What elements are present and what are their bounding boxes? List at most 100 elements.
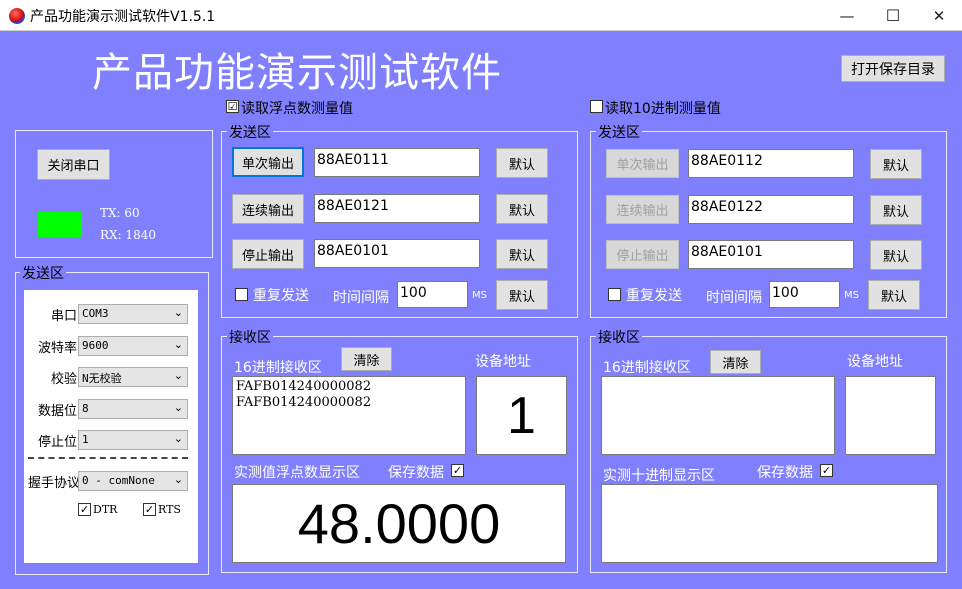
interval-default-button[interactable]: 默认 <box>496 280 548 310</box>
dtr-label: DTR <box>93 503 118 516</box>
dec-mode-checkbox[interactable] <box>590 100 603 113</box>
app-icon <box>9 8 25 24</box>
handshake-label: 握手协议 <box>28 476 81 491</box>
tx-count: TX: 60 <box>100 206 140 220</box>
parity-label: 校验 <box>51 372 78 387</box>
save-data-checkbox-right[interactable]: ✓ <box>820 464 833 477</box>
hex-line: FAFB014240000082 <box>236 395 372 410</box>
ms-unit-label: MS <box>472 290 487 301</box>
close-port-button[interactable]: 关闭串口 <box>37 149 110 180</box>
single-output-field-right[interactable]: 88AE0112 <box>688 149 854 178</box>
window-title: 产品功能演示测试软件V1.5.1 <box>30 9 216 25</box>
device-addr-display: 1 <box>476 376 567 455</box>
rx-count: RX: 1840 <box>100 228 156 242</box>
interval-label: 时间间隔 <box>333 290 389 306</box>
device-addr-display-right <box>845 376 936 455</box>
chevron-down-icon: ⌄ <box>173 369 183 382</box>
hex-recv-label: 16进制接收区 <box>234 360 322 376</box>
stopbits-label: 停止位 <box>38 435 78 450</box>
baud-label: 波特率 <box>38 341 78 356</box>
stopbits-select[interactable]: 1 ⌄ <box>78 430 188 450</box>
databits-label: 数据位 <box>38 404 78 419</box>
continuous-output-field-right[interactable]: 88AE0122 <box>688 195 854 224</box>
clear-button-right[interactable]: 清除 <box>710 350 761 374</box>
dec-value-display <box>601 484 938 563</box>
continuous-default-button-right[interactable]: 默认 <box>870 195 922 225</box>
hex-line: FAFB014240000082 <box>236 379 372 394</box>
databits-value: 8 <box>82 402 89 415</box>
dec-display-label: 实测十进制显示区 <box>603 468 715 484</box>
minimize-button[interactable]: — <box>824 0 870 31</box>
single-output-button-right[interactable]: 单次输出 <box>606 149 679 178</box>
chevron-down-icon: ⌄ <box>173 401 183 414</box>
float-display-label: 实测值浮点数显示区 <box>234 465 360 481</box>
right-recv-group-label: 接收区 <box>596 327 642 347</box>
stopbits-value: 1 <box>82 433 89 446</box>
chevron-down-icon: ⌄ <box>173 338 183 351</box>
dtr-checkbox[interactable]: ✓ <box>78 503 91 516</box>
float-value-display: 48.0000 <box>232 484 566 563</box>
device-addr-label: 设备地址 <box>475 354 531 370</box>
continuous-output-field[interactable]: 88AE0121 <box>314 194 480 223</box>
chevron-down-icon: ⌄ <box>173 473 183 486</box>
float-mode-label: 读取浮点数测量值 <box>241 101 353 117</box>
stop-default-button-right[interactable]: 默认 <box>870 240 922 270</box>
port-select[interactable]: COM3 ⌄ <box>78 304 188 324</box>
single-default-button-right[interactable]: 默认 <box>870 149 922 179</box>
open-save-dir-button[interactable]: 打开保存目录 <box>841 55 945 82</box>
repeat-send-label-right: 重复发送 <box>626 288 682 304</box>
baud-value: 9600 <box>82 339 109 352</box>
close-window-button[interactable]: ✕ <box>916 0 962 31</box>
save-data-label-right: 保存数据 <box>757 465 813 481</box>
hex-recv-area[interactable]: FAFB014240000082 FAFB014240000082 <box>232 376 466 455</box>
port-status-indicator <box>38 212 82 237</box>
divider <box>28 457 188 459</box>
single-output-field[interactable]: 88AE0111 <box>314 148 480 177</box>
stop-output-field[interactable]: 88AE0101 <box>314 239 480 268</box>
single-default-button[interactable]: 默认 <box>496 148 548 178</box>
chevron-down-icon: ⌄ <box>173 306 183 319</box>
parity-value: N无校验 <box>82 372 122 385</box>
repeat-send-checkbox-right[interactable] <box>608 288 621 301</box>
interval-field[interactable]: 100 <box>397 281 468 308</box>
float-mode-checkbox[interactable]: ☑ <box>226 100 239 113</box>
serial-settings-group-label: 发送区 <box>20 263 66 283</box>
chevron-down-icon: ⌄ <box>173 432 183 445</box>
left-send-group-label: 发送区 <box>227 122 273 142</box>
port-value: COM3 <box>82 307 109 320</box>
rts-checkbox[interactable]: ✓ <box>143 503 156 516</box>
clear-button[interactable]: 清除 <box>341 347 392 371</box>
serial-settings-panel <box>24 290 198 563</box>
repeat-send-checkbox[interactable] <box>235 288 248 301</box>
interval-default-button-right[interactable]: 默认 <box>868 280 920 310</box>
continuous-output-button-right[interactable]: 连续输出 <box>606 195 679 224</box>
handshake-value: 0 - comNone <box>82 474 155 487</box>
save-data-label: 保存数据 <box>388 465 444 481</box>
dec-mode-label: 读取10进制测量值 <box>605 101 721 117</box>
save-data-checkbox[interactable]: ✓ <box>451 464 464 477</box>
right-send-group-label: 发送区 <box>596 122 642 142</box>
device-addr-label-right: 设备地址 <box>847 354 903 370</box>
stop-output-button[interactable]: 停止输出 <box>232 239 304 269</box>
stop-default-button[interactable]: 默认 <box>496 239 548 269</box>
ms-unit-label-right: MS <box>844 290 859 301</box>
parity-select[interactable]: N无校验 ⌄ <box>78 367 188 387</box>
hex-recv-area-right[interactable] <box>601 376 835 455</box>
hex-recv-label-right: 16进制接收区 <box>603 360 691 376</box>
maximize-button[interactable]: ☐ <box>870 0 916 31</box>
port-label: 串口 <box>51 309 78 324</box>
continuous-output-button[interactable]: 连续输出 <box>232 194 304 224</box>
baud-select[interactable]: 9600 ⌄ <box>78 336 188 356</box>
stop-output-button-right[interactable]: 停止输出 <box>606 240 679 269</box>
handshake-select[interactable]: 0 - comNone ⌄ <box>78 471 188 491</box>
databits-select[interactable]: 8 ⌄ <box>78 399 188 419</box>
interval-field-right[interactable]: 100 <box>769 281 840 308</box>
left-recv-group-label: 接收区 <box>227 327 273 347</box>
stop-output-field-right[interactable]: 88AE0101 <box>688 240 854 269</box>
continuous-default-button[interactable]: 默认 <box>496 194 548 224</box>
rts-label: RTS <box>158 503 181 516</box>
app-heading: 产品功能演示测试软件 <box>92 50 502 96</box>
interval-label-right: 时间间隔 <box>706 290 762 306</box>
single-output-button[interactable]: 单次输出 <box>232 147 304 177</box>
title-bar: 产品功能演示测试软件V1.5.1 — ☐ ✕ <box>0 0 962 31</box>
